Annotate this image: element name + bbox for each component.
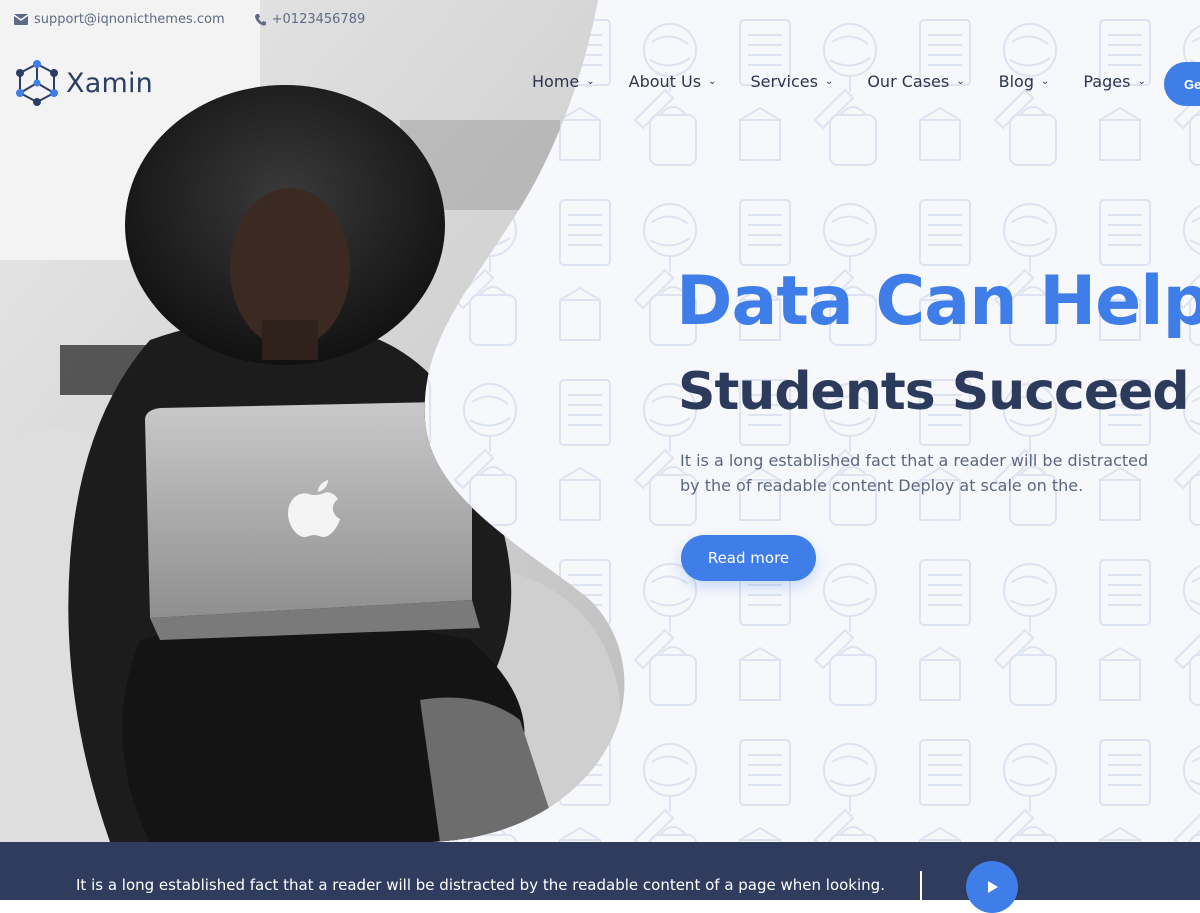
chevron-down-icon: ⌄ — [586, 76, 595, 87]
nav-item-blog[interactable]: Blog ⌄ — [999, 72, 1050, 91]
chevron-down-icon: ⌄ — [708, 76, 717, 87]
brand-name: Xamin — [66, 67, 153, 99]
info-bar-divider — [920, 871, 922, 901]
contact-bar: support@iqnonicthemes.com +0123456789 — [14, 12, 395, 27]
read-more-button[interactable]: Read more — [681, 535, 816, 581]
nav-item-label: Services — [750, 72, 818, 91]
chevron-down-icon: ⌄ — [1137, 76, 1146, 87]
nav-item-services[interactable]: Services ⌄ — [750, 72, 833, 91]
info-bar-text: It is a long established fact that a rea… — [76, 876, 885, 894]
hero-headline-primary: Data Can Help — [676, 262, 1200, 341]
nav-item-pages[interactable]: Pages ⌄ — [1083, 72, 1145, 91]
nav-item-home[interactable]: Home ⌄ — [532, 72, 595, 91]
play-icon — [988, 881, 998, 893]
contact-email-text: support@iqnonicthemes.com — [34, 12, 225, 27]
get-started-button[interactable]: Ge — [1164, 62, 1200, 106]
nav-item-label: Blog — [998, 72, 1034, 91]
nav-item-label: About Us — [628, 72, 702, 91]
hexagon-network-icon — [16, 60, 58, 106]
hero-section: support@iqnonicthemes.com +0123456789 Xa… — [0, 0, 1200, 842]
nav-item-label: Home — [532, 72, 580, 91]
nav-item-about-us[interactable]: About Us ⌄ — [629, 72, 717, 91]
envelope-icon — [14, 14, 28, 25]
phone-icon — [254, 13, 266, 26]
brand-logo[interactable]: Xamin — [14, 58, 153, 108]
contact-phone-text: +0123456789 — [271, 12, 366, 27]
contact-phone[interactable]: +0123456789 — [254, 12, 366, 27]
chevron-down-icon: ⌄ — [1040, 76, 1050, 87]
nav-item-label: Pages — [1083, 72, 1131, 91]
chevron-down-icon: ⌄ — [824, 76, 834, 87]
nav-item-label: Our Cases — [867, 72, 950, 91]
contact-email[interactable]: support@iqnonicthemes.com — [14, 12, 225, 27]
chevron-down-icon: ⌄ — [956, 76, 965, 87]
get-started-label: Ge — [1184, 76, 1200, 92]
play-video-button[interactable] — [966, 861, 1018, 913]
nav-item-our-cases[interactable]: Our Cases ⌄ — [867, 72, 964, 91]
info-bar: It is a long established fact that a rea… — [0, 842, 1200, 913]
main-nav: Home ⌄ About Us ⌄ Services ⌄ Our Cases ⌄… — [532, 72, 1180, 91]
hero-lead-text: It is a long established fact that a rea… — [680, 451, 1149, 495]
hero-headline-secondary: Students Succeed — [678, 362, 1190, 422]
